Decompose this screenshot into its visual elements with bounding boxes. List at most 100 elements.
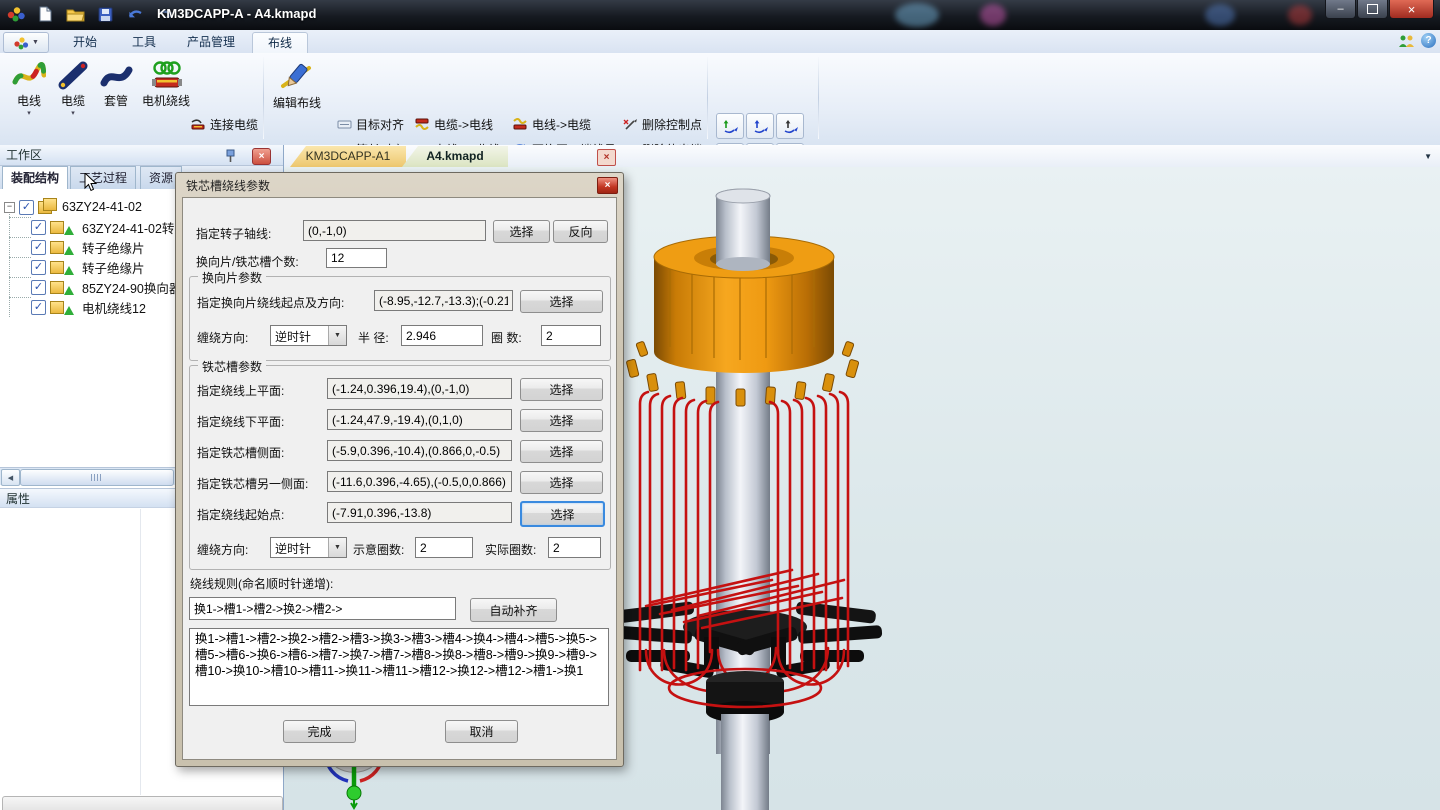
- dialog-title[interactable]: 铁芯槽绕线参数: [186, 177, 270, 194]
- users-icon[interactable]: [1398, 34, 1415, 48]
- wire-caret-icon: ▾: [27, 109, 31, 117]
- rule-full-textarea[interactable]: 换1->槽1->槽2->换2->槽2->槽3->换3->槽3->槽4->换4->…: [189, 628, 609, 706]
- tree-expand-icon[interactable]: −: [4, 202, 15, 213]
- turns-input[interactable]: [541, 325, 601, 346]
- side-face-input[interactable]: [327, 440, 512, 461]
- wire-to-cable-button[interactable]: 电线->电缆: [510, 114, 593, 134]
- axis-select-button[interactable]: 选择: [493, 220, 550, 243]
- commutator-group-label: 换向片参数: [198, 269, 266, 286]
- sleeve-button[interactable]: 套管: [96, 58, 136, 124]
- axis-reverse-button[interactable]: 反向: [553, 220, 608, 243]
- axis-input[interactable]: [303, 220, 486, 241]
- tree-checkbox[interactable]: ✓: [31, 280, 46, 295]
- tree-node-child[interactable]: ✓ 电机绕线12: [31, 297, 146, 317]
- part-state-icon: [64, 266, 74, 275]
- tree-node-child[interactable]: ✓ 85ZY24-90换向器: [31, 277, 181, 297]
- properties-column-divider: [140, 509, 141, 795]
- tree-checkbox[interactable]: ✓: [19, 200, 34, 215]
- app-menu-button[interactable]: ▼: [3, 32, 49, 53]
- part-icon: [50, 221, 64, 234]
- minimize-button[interactable]: –: [1325, 0, 1356, 19]
- delete-control-point-button[interactable]: 删除控制点: [620, 114, 704, 134]
- finish-button[interactable]: 完成: [283, 720, 356, 743]
- tree-node-root[interactable]: − ✓ 63ZY24-41-02: [4, 197, 142, 217]
- tab-product-mgmt[interactable]: 产品管理: [172, 32, 250, 53]
- cable-to-wire-button[interactable]: 电缆->电线: [412, 114, 495, 134]
- tab-assembly-structure[interactable]: 装配结构: [2, 166, 68, 190]
- clamp-adjust-button-1[interactable]: [716, 113, 744, 139]
- cancel-button[interactable]: 取消: [445, 720, 518, 743]
- doc-tab-km3dcapp-a1[interactable]: KM3DCAPP-A1: [290, 146, 406, 167]
- rule-input[interactable]: [189, 597, 456, 620]
- doc-tab-a4-kmapd[interactable]: A4.kmapd: [402, 146, 508, 167]
- sleeve-icon: [99, 60, 133, 90]
- tree-checkbox[interactable]: ✓: [31, 220, 46, 235]
- lower-plane-input[interactable]: [327, 409, 512, 430]
- actual-turns-input[interactable]: [548, 537, 601, 558]
- bottom-collapsed-panel[interactable]: [2, 796, 283, 810]
- pin-icon[interactable]: [223, 148, 237, 163]
- other-side-input[interactable]: [327, 471, 512, 492]
- tab-list-caret-icon[interactable]: ▼: [1424, 152, 1432, 161]
- doc-tab-close-button[interactable]: ×: [597, 149, 616, 166]
- wind-dir-dropdown[interactable]: 逆时针 ▼: [270, 325, 347, 346]
- scrollbar-thumb[interactable]: [20, 469, 174, 486]
- wind-dir2-value: 逆时针: [271, 538, 328, 557]
- maximize-button[interactable]: [1357, 0, 1388, 19]
- cable-to-wire-label: 电缆->电线: [434, 116, 493, 133]
- upper-plane-select-button[interactable]: 选择: [520, 378, 603, 401]
- connect-cable-label: 连接电缆: [210, 116, 258, 133]
- tree-node-child[interactable]: ✓ 转子绝缘片: [31, 257, 145, 277]
- tree-node-child[interactable]: ✓ 转子绝缘片: [31, 237, 145, 257]
- start-point-label: 指定绕线起始点:: [197, 506, 284, 523]
- tree-connector: [9, 297, 31, 298]
- side-face-select-button[interactable]: 选择: [520, 440, 603, 463]
- connect-cable-button[interactable]: 连接电缆: [188, 114, 260, 134]
- part-state-icon: [64, 226, 74, 235]
- cable-button[interactable]: 电缆 ▾: [52, 58, 94, 124]
- tree-checkbox[interactable]: ✓: [31, 300, 46, 315]
- comm-start-input[interactable]: [374, 290, 513, 311]
- segment-count-input[interactable]: [326, 248, 387, 268]
- turns-label: 圈 数:: [491, 329, 522, 346]
- tree-checkbox[interactable]: ✓: [31, 260, 46, 275]
- edit-routing-button[interactable]: 编辑布线: [270, 58, 324, 124]
- help-icon[interactable]: ?: [1421, 33, 1436, 48]
- dialog-close-button[interactable]: ×: [597, 177, 618, 194]
- close-button[interactable]: ×: [1389, 0, 1434, 19]
- autocomplete-button[interactable]: 自动补齐: [470, 598, 557, 622]
- radius-input[interactable]: [401, 325, 483, 346]
- undo-button[interactable]: [124, 4, 146, 24]
- dropdown-caret-icon[interactable]: ▼: [328, 538, 346, 557]
- dropdown-caret-icon[interactable]: ▼: [328, 326, 346, 345]
- tab-start[interactable]: 开始: [58, 32, 112, 53]
- wind-dir2-dropdown[interactable]: 逆时针 ▼: [270, 537, 347, 558]
- tab-process[interactable]: 工艺过程: [70, 166, 136, 189]
- save-button[interactable]: [94, 4, 116, 24]
- lower-plane-select-button[interactable]: 选择: [520, 409, 603, 432]
- motor-winding-button[interactable]: 电机绕线: [138, 58, 194, 124]
- start-point-input[interactable]: [327, 502, 512, 523]
- workspace-header[interactable]: 工作区 ×: [0, 145, 283, 166]
- tab-routing[interactable]: 布线: [252, 32, 308, 54]
- rule-label: 绕线规则(命名顺时针递增):: [190, 575, 333, 592]
- workspace-close-button[interactable]: ×: [252, 148, 271, 165]
- 3d-model-motor-rotor[interactable]: [600, 182, 890, 810]
- tree-checkbox[interactable]: ✓: [31, 240, 46, 255]
- tree-node-label: 63ZY24-41-02: [62, 200, 142, 214]
- scrollbar-left-arrow[interactable]: ◀: [1, 469, 20, 486]
- clamp-adjust-button-2[interactable]: [746, 113, 774, 139]
- comm-start-select-button[interactable]: 选择: [520, 290, 603, 313]
- title-bar[interactable]: ▼ KM3DCAPP-A - A4.kmapd – ×: [0, 0, 1440, 30]
- clamp-adjust-button-3[interactable]: [776, 113, 804, 139]
- wire-button[interactable]: 电线 ▾: [8, 58, 50, 124]
- target-align-button[interactable]: 目标对齐: [335, 114, 406, 134]
- demo-turns-input[interactable]: [415, 537, 473, 558]
- other-side-select-button[interactable]: 选择: [520, 471, 603, 494]
- open-folder-button[interactable]: [64, 4, 86, 24]
- tab-tools[interactable]: 工具: [117, 32, 171, 53]
- start-point-select-button[interactable]: 选择: [520, 501, 605, 527]
- new-file-button[interactable]: [34, 4, 56, 24]
- tree-node-child[interactable]: ✓ 63ZY24-41-02转: [31, 217, 174, 237]
- upper-plane-input[interactable]: [327, 378, 512, 399]
